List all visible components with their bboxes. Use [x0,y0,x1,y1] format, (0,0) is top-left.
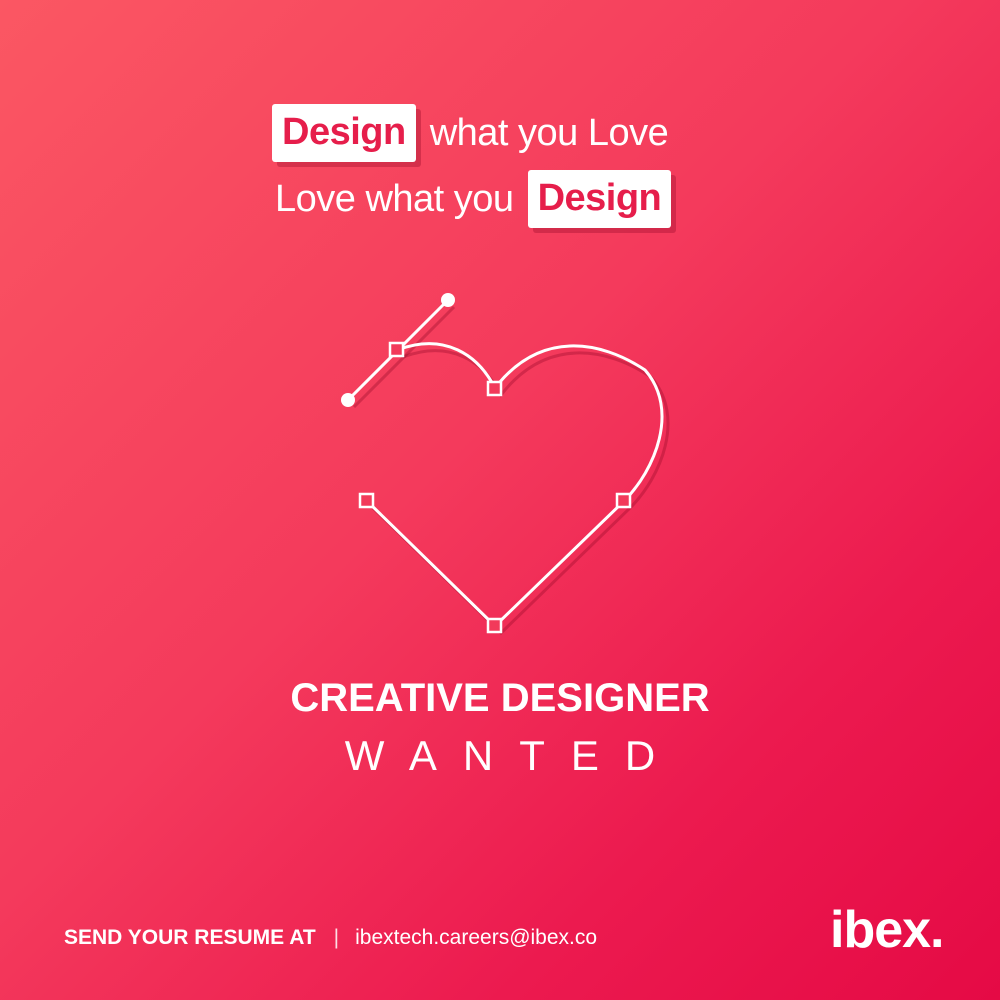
ibex-logo: ibex. [830,901,944,959]
anchor-point [615,492,632,509]
tagline-highlight-design-2: Design [527,170,672,228]
tagline-line-2: Love what you Design [275,170,672,228]
email-link[interactable]: ibextech.careers@ibex.co [355,926,597,950]
job-poster: Design what you Love Love what you Desig… [0,0,1000,1000]
tagline-text-1: what you Love [429,112,669,154]
headline: CREATIVE DESIGNER [290,676,710,720]
anchor-point [486,380,503,397]
footer-contact: SEND YOUR RESUME AT | ibextech.careers@i… [64,926,597,950]
anchor-point [388,341,405,358]
heart-path [365,342,664,628]
footer-separator: | [333,926,340,949]
heart-bezier-path-icon [341,293,670,636]
anchor-point [486,617,503,634]
footer-cta: SEND YOUR RESUME AT [64,926,316,949]
tagline-text-2: Love what you [275,178,514,220]
subheadline: WANTED [344,732,682,779]
bezier-handle-point [341,393,355,407]
tagline-highlight-design-1: Design [272,104,416,162]
anchor-point [358,492,375,509]
tagline-line-1: Design what you Love [272,104,669,162]
bezier-handle-point [441,293,455,307]
